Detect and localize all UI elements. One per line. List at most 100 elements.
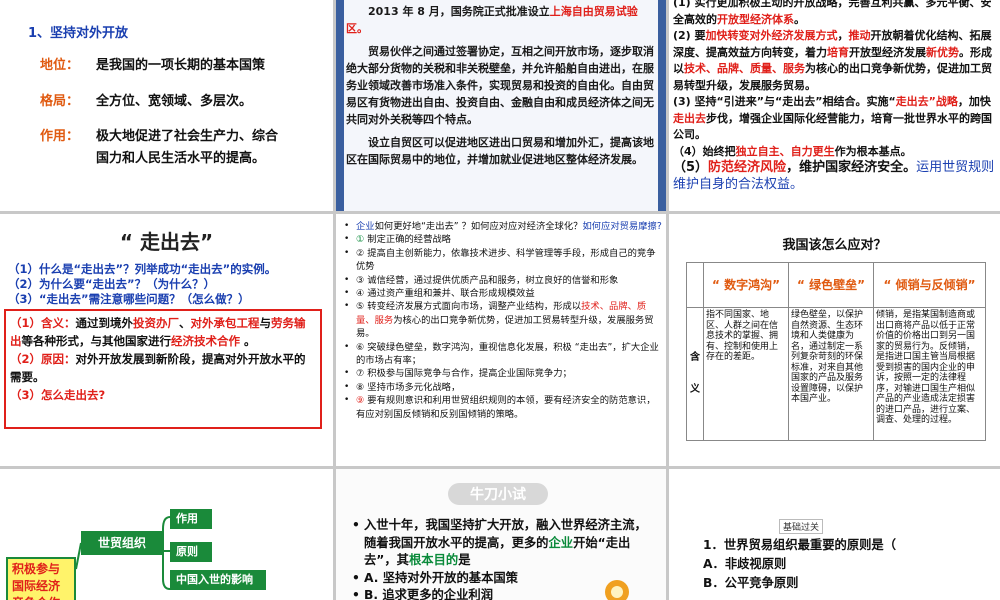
strategy-text: (1) 实行更加积极主动的开放战略，完善互利共赢、多元平衡、安全高效的开放型经济…: [673, 0, 995, 193]
list-item: • ⑥ 突破绿色壁垒，数字鸿沟，重视信息化发展，积极 “走出去”，扩大企业的市场占…: [344, 341, 662, 368]
value-status: 是我国的一项长期的基本国策: [96, 58, 266, 73]
table-header-row: “ 数字鸿沟” “ 绿色壁垒” “ 倾销与反倾销”: [686, 262, 986, 308]
list-item-text: ⑨: [356, 395, 368, 407]
bullet-icon: •: [344, 301, 350, 312]
bullet-icon: •: [344, 274, 350, 285]
list-item-text: 制定正确的经营战略: [367, 234, 451, 246]
bullet-icon: •: [344, 247, 350, 258]
slide-basic-exercise[interactable]: 基础过关 1．世界贸易组织最重要的原则是（ A．非歧视原则 B．公平竞争原则: [669, 469, 1000, 600]
list-item-text: 为核心的出口竞争新优势，促进加工贸易转型升级，发展服务贸易。: [356, 314, 654, 340]
mindmap-branch-principle: 原则: [170, 542, 212, 562]
label-pattern: 格局：: [40, 94, 80, 109]
bullet-icon: •: [344, 381, 350, 392]
header-dumping: “ 倾销与反倾销”: [873, 262, 986, 308]
strategy-point-1: (1) 实行更加积极主动的开放战略，完善互利共赢、多元平衡、安全高效的开放型经济…: [673, 0, 992, 26]
answer-box: （1）含义：通过到境外投资办厂、对外承包工程与劳务输出等各种形式，与其他国家进行…: [4, 309, 322, 429]
question-2: （2）为什么要“走出去”？（为什么？）: [8, 277, 216, 291]
bullet-icon: •: [344, 368, 350, 379]
question-3: （3）“走出去”需注意哪些问题？（怎么做？）: [8, 292, 250, 306]
list-item-text: ⑧ 坚持市场多元化战略，: [356, 381, 461, 393]
table-corner: [686, 262, 704, 308]
list-item-text: ③ 诚信经营，通过提供优质产品和服务，树立良好的信誉和形象: [356, 274, 619, 286]
list-item-text: ④ 通过资产重组和兼并、联合形成规模效益: [356, 288, 535, 300]
list-item-text: 如何应对贸易摩擦?: [582, 221, 662, 232]
ftz-p1-text: 2013 年 8 月，国务院正式批准设立: [368, 5, 550, 18]
value-pattern: 全方位、宽领域、多层次。: [96, 94, 253, 109]
section-tag: 基础过关: [779, 519, 824, 534]
slide-response-table[interactable]: 我国该怎么应对？ “ 数字鸿沟” “ 绿色壁垒” “ 倾销与反倾销” 含义 指不…: [669, 214, 1000, 466]
list-item-text: 企业: [356, 221, 375, 232]
quiz-question: • 入世十年，我国坚持扩大开放，融入世界经济主流，随着我国开放水平的提高，更多的企…: [352, 518, 647, 567]
bullet-icon: •: [344, 234, 350, 245]
list-item: • ① 制定正确的经营战略: [344, 233, 662, 246]
answer-1: （1）含义：通过到境外投资办厂、对外承包工程与劳务输出等各种形式，与其他国家进行…: [10, 316, 306, 348]
strategy-point-2: (2) 要加快转变对外经济发展方式，推动开放朝着优化结构、拓展深度、提高效益方向…: [673, 29, 992, 92]
slide-title: 我国该怎么应对？: [782, 238, 887, 253]
slide-opening-strategy[interactable]: (1) 实行更加积极主动的开放战略，完善互利共赢、多元平衡、安全高效的开放型经济…: [669, 0, 1000, 211]
row-pattern: 格局： 全方位、宽领域、多层次。: [40, 90, 252, 109]
list-item: • 企业如何更好地“走出去” ？如何应对应对经济全球化？如何应对贸易摩擦?: [344, 220, 662, 233]
exercise-option-b[interactable]: B．公平竞争原则: [703, 574, 993, 593]
exercise-text: 1．世界贸易组织最重要的原则是（ A．非歧视原则 B．公平竞争原则: [703, 536, 993, 593]
mindmap-root: 积极参与国际经济竞争合作: [6, 557, 76, 600]
frame-right: [658, 0, 666, 211]
slide-free-trade-zone[interactable]: 2013 年 8 月，国务院正式批准设立上海自由贸易试验区。 贸易伙伴之间通过签…: [336, 0, 666, 211]
list-item: • ③ 诚信经营，通过提供优质产品和服务，树立良好的信誉和形象: [344, 274, 662, 287]
strategy-list: • 企业如何更好地“走出去” ？如何应对应对经济全球化？如何应对贸易摩擦? • ① 制…: [344, 220, 662, 421]
frame-left: [336, 0, 344, 211]
header-digital-divide: “ 数字鸿沟”: [703, 262, 789, 308]
slide-opening-policy[interactable]: 1、坚持对外开放 地位： 是我国的一项长期的基本国策 格局： 全方位、宽领域、多层次…: [0, 0, 333, 211]
quiz-banner: 牛刀小试: [448, 483, 548, 505]
cell-dumping: 倾销，是指某国制造商或出口商将产品以低于正常价值的价格出口到另一国家的贸易行为。…: [873, 307, 986, 441]
list-item: • ② 提高自主创新能力，依靠技术进步、科学管理等手段，形成自己的竞争优势: [344, 247, 662, 274]
list-item: • ⑤ 转变经济发展方式面向市场，调整产业结构，形成以技术、品牌、质量、服务为核心…: [344, 300, 662, 340]
header-green-barrier: “ 绿色壁垒”: [788, 262, 874, 308]
slide-wto-mindmap[interactable]: 积极参与国际经济竞争合作 世贸组织 作用 原则 中国入世的影响: [0, 469, 333, 600]
list-item-text: 如何更好地“走出去” ？如何应对应对经济全球化？: [374, 221, 583, 232]
slide-enterprise-strategies[interactable]: • 企业如何更好地“走出去” ？如何应对应对经济全球化？如何应对贸易摩擦? • ① 制…: [336, 214, 666, 466]
cell-green-barrier: 绿色壁垒，以保护自然资源、生态环境和人类健康为名，通过制定一系列复杂苛刻的环保标…: [788, 307, 874, 441]
list-item-text: ⑥ 突破绿色壁垒，数字鸿沟，重视信息化发展，积极 “走出去”，扩大企业的市场占有…: [356, 341, 659, 367]
list-item: • ⑨ 要有规则意识和利用世贸组织规则的本领，要有经济安全的防范意识，有应对别国反…: [344, 394, 662, 421]
slide-quick-quiz[interactable]: 牛刀小试 • 入世十年，我国坚持扩大开放，融入世界经济主流，随着我国开放水平的提高…: [336, 469, 666, 600]
cell-digital-divide: 指不同国家、地区、人群之间在信息技术的掌握、拥有、控制和使用上存在的差距。: [703, 307, 789, 441]
slide-title: “ 走出去”: [119, 230, 214, 254]
list-item-text: 要有规则意识和利用世贸组织规则的本领，要有经济安全的防范意识，有应对别国反倾销和…: [356, 395, 656, 420]
row-status: 地位： 是我国的一项长期的基本国策: [40, 54, 265, 73]
exercise-question: 1．世界贸易组织最重要的原则是（: [703, 538, 897, 552]
answer-3: （3）怎么走出去?: [10, 388, 106, 402]
list-item-text: ② 提高自主创新能力，依靠技术进步、科学管理等手段，形成自己的竞争优势: [356, 247, 656, 273]
list-item: • ⑦ 积极参与国际竞争与合作，提高企业国际竞争力；: [344, 367, 662, 380]
list-item-text: ①: [356, 234, 368, 246]
list-item-text: ⑤ 转变经济发展方式面向市场，调整产业结构，形成以: [356, 301, 582, 313]
value-role-cont: 国力和人民生活水平的提高。: [96, 151, 266, 166]
table-row: 含义 指不同国家、地区、人群之间在信息技术的掌握、拥有、控制和使用上存在的差距。…: [686, 307, 986, 441]
title-bar-decoration: [0, 0, 333, 6]
mindmap-branch-role: 作用: [170, 509, 212, 529]
slide-going-global[interactable]: “ 走出去” （1）什么是“走出去”？列举成功“走出去”的实例。 （2）为什么要…: [0, 214, 333, 466]
quiz-banner-text: 牛刀小试: [470, 486, 526, 503]
label-status: 地位：: [40, 58, 80, 73]
decorative-badge-icon: [605, 580, 629, 600]
mindmap-wto-node: 世贸组织: [81, 531, 163, 555]
row-role: 作用： 极大地促进了社会生产力、综合: [40, 125, 278, 144]
ftz-text: 2013 年 8 月，国务院正式批准设立上海自由贸易试验区。 贸易伙伴之间通过签…: [346, 3, 656, 168]
bullet-icon: •: [344, 341, 350, 352]
bullet-icon: •: [344, 288, 350, 299]
list-item: • ④ 通过资产重组和兼并、联合形成规模效益: [344, 287, 662, 300]
ftz-paragraph-3: 设立自贸区可以促进地区进出口贸易和增加外汇，提高该地区在国际贸易中的地位，并增加…: [346, 136, 654, 166]
strategy-point-5: （5）防范经济风险，维护国家经济安全。运用世贸规则维护自身的合法权益。: [673, 160, 995, 192]
exercise-option-a[interactable]: A．非歧视原则: [703, 555, 993, 574]
ftz-paragraph-1: 2013 年 8 月，国务院正式批准设立上海自由贸易试验区。: [346, 3, 656, 37]
question-1: （1）什么是“走出去”？列举成功“走出去”的实例。: [8, 262, 277, 276]
value-role: 极大地促进了社会生产力、综合: [96, 129, 279, 144]
label-role: 作用：: [40, 129, 80, 144]
side-label: 含义: [686, 307, 704, 441]
list-item-text: ⑦ 积极参与国际竞争与合作，提高企业国际竞争力；: [356, 368, 572, 380]
bullet-icon: •: [344, 221, 350, 231]
concept-table: “ 数字鸿沟” “ 绿色壁垒” “ 倾销与反倾销” 含义 指不同国家、地区、人群…: [686, 262, 986, 441]
bullet-icon: •: [344, 395, 350, 406]
list-item: • ⑧ 坚持市场多元化战略，: [344, 381, 662, 394]
strategy-point-3: (3) 坚持“引进来”与“走出去”相结合。实施“走出去”战略，加快走出去步伐，增…: [673, 95, 992, 141]
section-heading: 1、坚持对外开放: [28, 26, 129, 41]
